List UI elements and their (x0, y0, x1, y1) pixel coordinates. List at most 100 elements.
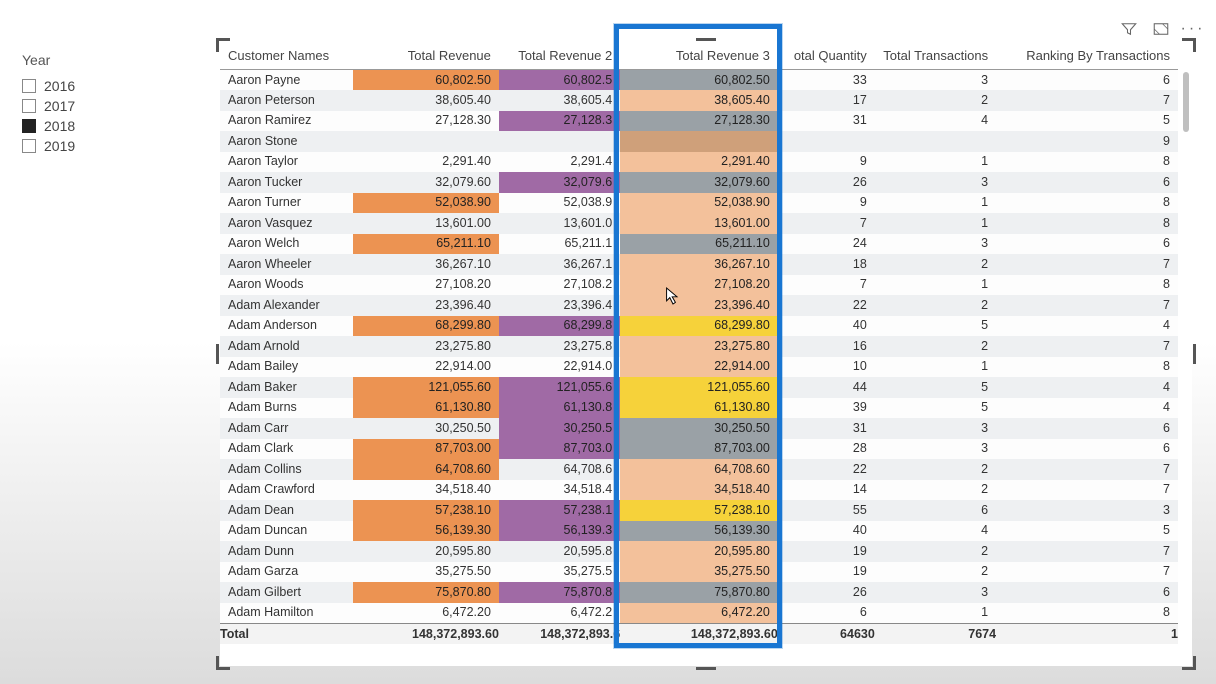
more-options-icon[interactable]: ··· (1184, 20, 1202, 38)
filter-icon[interactable] (1120, 20, 1138, 38)
cell: 40 (778, 316, 875, 337)
cell: 6 (875, 500, 996, 521)
col-header-qty[interactable]: otal Quantity (778, 42, 875, 70)
cell: 16 (778, 336, 875, 357)
cell: 1 (875, 275, 996, 296)
table-row[interactable]: Aaron Turner52,038.9052,038.952,038.9091… (220, 193, 1178, 214)
cell: 7 (996, 459, 1178, 480)
table-row[interactable]: Aaron Wheeler36,267.1036,267.136,267.101… (220, 254, 1178, 275)
cell: 4 (875, 521, 996, 542)
checkbox-icon[interactable] (22, 99, 36, 113)
cell: 68,299.8 (499, 316, 620, 337)
table-row[interactable]: Aaron Payne60,802.5060,802.560,802.50333… (220, 70, 1178, 91)
col-header-rev1[interactable]: Total Revenue (353, 42, 499, 70)
col-header-customer[interactable]: Customer Names (220, 42, 353, 70)
table-row[interactable]: Aaron Peterson38,605.4038,605.438,605.40… (220, 90, 1178, 111)
cell: 8 (996, 152, 1178, 173)
table-row[interactable]: Aaron Tucker32,079.6032,079.632,079.6026… (220, 172, 1178, 193)
cell: 30,250.50 (620, 418, 778, 439)
col-header-rev2[interactable]: Total Revenue 2 (499, 42, 620, 70)
cell: 19 (778, 541, 875, 562)
slicer-item-2017[interactable]: 2017 (22, 96, 172, 116)
resize-handle-top[interactable] (696, 38, 716, 41)
table-row[interactable]: Aaron Vasquez13,601.0013,601.013,601.007… (220, 213, 1178, 234)
cell: 27,128.3 (499, 111, 620, 132)
cell: 36,267.10 (620, 254, 778, 275)
cell: 23,396.40 (620, 295, 778, 316)
cell: 8 (996, 603, 1178, 624)
vertical-scrollbar[interactable] (1180, 70, 1192, 638)
cell: 23,275.80 (353, 336, 499, 357)
cell: 1 (875, 152, 996, 173)
table-row[interactable]: Adam Baker121,055.60121,055.6121,055.604… (220, 377, 1178, 398)
cell: 39 (778, 398, 875, 419)
resize-handle-left[interactable] (216, 344, 219, 364)
cell: 36,267.1 (499, 254, 620, 275)
table-row[interactable]: Adam Arnold23,275.8023,275.823,275.80162… (220, 336, 1178, 357)
cell: Aaron Tucker (220, 172, 353, 193)
cell: 32,079.60 (353, 172, 499, 193)
cell: Aaron Welch (220, 234, 353, 255)
table-row[interactable]: Adam Clark87,703.0087,703.087,703.002836 (220, 439, 1178, 460)
table-row[interactable]: Aaron Taylor2,291.402,291.42,291.40918 (220, 152, 1178, 173)
cell: 32,079.60 (620, 172, 778, 193)
cell: 36,267.10 (353, 254, 499, 275)
resize-handle-tr[interactable] (1182, 38, 1196, 52)
table-row[interactable]: Adam Alexander23,396.4023,396.423,396.40… (220, 295, 1178, 316)
table-row[interactable]: Adam Crawford34,518.4034,518.434,518.401… (220, 480, 1178, 501)
cell: 32,079.6 (499, 172, 620, 193)
table-row[interactable]: Adam Gilbert75,870.8075,870.875,870.8026… (220, 582, 1178, 603)
cell: 6 (996, 439, 1178, 460)
checkbox-icon[interactable] (22, 79, 36, 93)
table-row[interactable]: Aaron Welch65,211.1065,211.165,211.10243… (220, 234, 1178, 255)
cell: Adam Dean (220, 500, 353, 521)
total-trn: 7674 (875, 623, 996, 644)
cell: Adam Crawford (220, 480, 353, 501)
col-header-trn[interactable]: Total Transactions (875, 42, 996, 70)
table-row[interactable]: Adam Garza35,275.5035,275.535,275.501927 (220, 562, 1178, 583)
cell (499, 131, 620, 152)
total-rev2: 148,372,893.6 (499, 623, 620, 644)
table-row[interactable]: Adam Hamilton6,472.206,472.26,472.20618 (220, 603, 1178, 624)
table-row[interactable]: Aaron Stone9 (220, 131, 1178, 152)
table-row[interactable]: Adam Burns61,130.8061,130.861,130.803954 (220, 398, 1178, 419)
cell: 13,601.00 (620, 213, 778, 234)
resize-handle-bottom[interactable] (696, 667, 716, 670)
slicer-item-2018[interactable]: 2018 (22, 116, 172, 136)
col-header-rev3[interactable]: Total Revenue 3 (620, 42, 778, 70)
slicer-item-2019[interactable]: 2019 (22, 136, 172, 156)
cell: 52,038.90 (353, 193, 499, 214)
cell: 38,605.40 (353, 90, 499, 111)
table-row[interactable]: Adam Carr30,250.5030,250.530,250.503136 (220, 418, 1178, 439)
cell: 7 (996, 541, 1178, 562)
resize-handle-right[interactable] (1193, 344, 1196, 364)
cell: 8 (996, 213, 1178, 234)
cell: 87,703.00 (620, 439, 778, 460)
table-row[interactable]: Adam Anderson68,299.8068,299.868,299.804… (220, 316, 1178, 337)
cell: Aaron Turner (220, 193, 353, 214)
table-row[interactable]: Aaron Ramirez27,128.3027,128.327,128.303… (220, 111, 1178, 132)
cell: 2 (875, 562, 996, 583)
checkbox-icon[interactable] (22, 119, 36, 133)
cell: Adam Duncan (220, 521, 353, 542)
table-row[interactable]: Adam Duncan56,139.3056,139.356,139.30404… (220, 521, 1178, 542)
cell: 14 (778, 480, 875, 501)
resize-handle-br[interactable] (1182, 656, 1196, 670)
checkbox-icon[interactable] (22, 139, 36, 153)
cell: 60,802.5 (499, 70, 620, 91)
table-row[interactable]: Adam Dunn20,595.8020,595.820,595.801927 (220, 541, 1178, 562)
cell: 61,130.80 (353, 398, 499, 419)
cell: Adam Gilbert (220, 582, 353, 603)
cell: 2 (875, 541, 996, 562)
table-row[interactable]: Adam Collins64,708.6064,708.664,708.6022… (220, 459, 1178, 480)
table-row[interactable]: Adam Dean57,238.1057,238.157,238.105563 (220, 500, 1178, 521)
focus-mode-icon[interactable] (1152, 20, 1170, 38)
col-header-rnk[interactable]: Ranking By Transactions (996, 42, 1178, 70)
cell: 4 (996, 398, 1178, 419)
table-row[interactable]: Adam Bailey22,914.0022,914.022,914.00101… (220, 357, 1178, 378)
cell: 23,396.40 (353, 295, 499, 316)
cell: 8 (996, 275, 1178, 296)
table-row[interactable]: Aaron Woods27,108.2027,108.227,108.20718 (220, 275, 1178, 296)
slicer-item-2016[interactable]: 2016 (22, 76, 172, 96)
cell: 3 (875, 234, 996, 255)
